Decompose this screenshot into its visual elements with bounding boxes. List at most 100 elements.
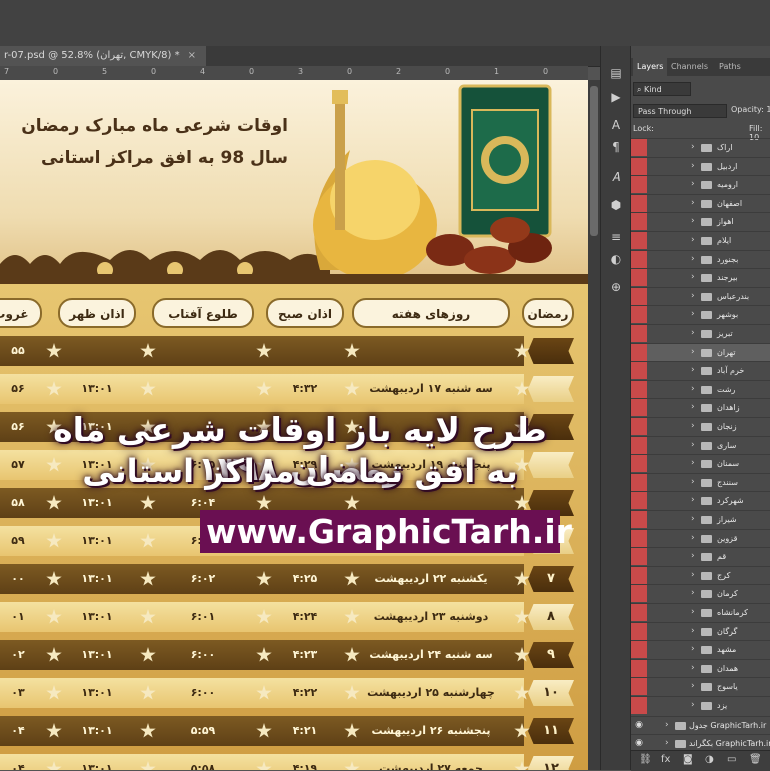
blend-mode-select[interactable]: Pass Through — [633, 104, 727, 118]
canvas-scrollbar[interactable] — [588, 80, 600, 770]
adjustments-icon[interactable]: ◐ — [607, 250, 625, 268]
visibility-off-icon[interactable] — [631, 194, 647, 212]
visibility-off-icon[interactable] — [631, 306, 647, 324]
chevron-right-icon[interactable]: › — [691, 570, 695, 580]
chevron-right-icon[interactable]: › — [691, 644, 695, 654]
chevron-right-icon[interactable]: › — [691, 161, 695, 171]
chevron-right-icon[interactable]: › — [691, 514, 695, 524]
layer-row[interactable]: › تبریز — [631, 324, 770, 342]
layer-row[interactable]: › اصفهان — [631, 193, 770, 212]
opacity-field[interactable]: Opacity: 10 — [731, 105, 770, 114]
mask-icon[interactable]: ◙ — [683, 754, 693, 765]
layer-row[interactable]: ◉ › GraphicTarh.ir جدول — [631, 716, 770, 734]
layer-row[interactable]: › ارومیه — [631, 175, 770, 194]
layer-row[interactable]: › ایلام — [631, 231, 770, 249]
layer-row[interactable]: › همدان — [631, 658, 770, 677]
layer-row[interactable]: › اهواز — [631, 212, 770, 231]
glyphs-icon[interactable]: 𝐴 — [607, 168, 625, 186]
visibility-off-icon[interactable] — [631, 659, 647, 677]
layer-row[interactable]: › بندرعباس — [631, 286, 770, 305]
adjustment-layer-icon[interactable]: ◑ — [705, 754, 714, 765]
chevron-right-icon[interactable]: › — [691, 309, 695, 319]
chevron-right-icon[interactable]: › — [691, 421, 695, 431]
canvas[interactable]: اوقات شرعی ماه مبارک رمضان سال 98 به افق… — [0, 80, 588, 770]
visibility-off-icon[interactable] — [631, 287, 647, 305]
layer-row[interactable]: › زنجان — [631, 417, 770, 435]
chevron-right-icon[interactable]: › — [665, 738, 669, 748]
visibility-off-icon[interactable] — [631, 585, 647, 603]
ruler-top[interactable]: 7 0 5 0 4 0 3 0 2 0 1 0 — [0, 66, 588, 81]
history-icon[interactable]: ▤ — [607, 64, 625, 82]
chevron-right-icon[interactable]: › — [691, 440, 695, 450]
brush-settings-icon[interactable]: ≡ — [607, 228, 625, 246]
3d-cube-icon[interactable]: ⬢ — [607, 196, 625, 214]
visibility-off-icon[interactable] — [631, 139, 647, 156]
play-icon[interactable]: ▶ — [607, 88, 625, 106]
layer-row[interactable]: › اراک — [631, 138, 770, 156]
visibility-off-icon[interactable] — [631, 622, 647, 640]
close-icon[interactable]: × — [188, 50, 196, 61]
visibility-off-icon[interactable] — [631, 250, 647, 268]
chevron-right-icon[interactable]: › — [691, 291, 695, 301]
chevron-right-icon[interactable]: › — [691, 402, 695, 412]
visibility-off-icon[interactable] — [631, 436, 647, 454]
chevron-right-icon[interactable]: › — [691, 607, 695, 617]
layer-row[interactable]: › شیراز — [631, 510, 770, 528]
visibility-off-icon[interactable] — [631, 473, 647, 491]
visibility-off-icon[interactable] — [631, 362, 647, 380]
visibility-off-icon[interactable] — [631, 325, 647, 342]
chevron-right-icon[interactable]: › — [691, 681, 695, 691]
layer-row[interactable]: › رشت — [631, 379, 770, 398]
chevron-right-icon[interactable]: › — [691, 272, 695, 282]
chevron-right-icon[interactable]: › — [691, 328, 695, 338]
layer-row[interactable]: › کرمان — [631, 584, 770, 603]
chevron-right-icon[interactable]: › — [691, 533, 695, 543]
layer-row[interactable]: › یزد — [631, 696, 770, 714]
visibility-off-icon[interactable] — [631, 566, 647, 584]
layer-row[interactable]: › قم — [631, 547, 770, 566]
layer-row[interactable]: › خرم آباد — [631, 361, 770, 380]
layer-row[interactable]: › سمنان — [631, 454, 770, 473]
layer-row[interactable]: › اردبیل — [631, 156, 770, 175]
chevron-right-icon[interactable]: › — [691, 347, 695, 357]
visibility-off-icon[interactable] — [631, 697, 647, 714]
trash-icon[interactable]: 🗑 — [749, 754, 762, 765]
tab-channels[interactable]: Channels — [671, 58, 708, 76]
visibility-off-icon[interactable] — [631, 157, 647, 175]
chevron-right-icon[interactable]: › — [691, 235, 695, 245]
layer-row[interactable]: › بوشهر — [631, 305, 770, 324]
visibility-off-icon[interactable] — [631, 529, 647, 547]
link-layers-icon[interactable]: ⛓ — [639, 754, 652, 765]
visibility-off-icon[interactable] — [631, 380, 647, 398]
visibility-off-icon[interactable] — [631, 604, 647, 621]
visibility-off-icon[interactable] — [631, 176, 647, 194]
paragraph-icon[interactable]: ¶ — [607, 138, 625, 156]
layer-row[interactable]: › یاسوج — [631, 677, 770, 696]
chevron-right-icon[interactable]: › — [665, 720, 669, 730]
visibility-off-icon[interactable] — [631, 213, 647, 231]
layer-row[interactable]: › بیرجند — [631, 268, 770, 287]
visibility-off-icon[interactable] — [631, 641, 647, 659]
chevron-right-icon[interactable]: › — [691, 198, 695, 208]
tab-layers[interactable]: Layers — [633, 58, 668, 76]
layer-row[interactable]: › قزوین — [631, 528, 770, 547]
tab-paths[interactable]: Paths — [719, 58, 741, 76]
layer-row[interactable]: › تهران — [631, 342, 770, 361]
chevron-right-icon[interactable]: › — [691, 477, 695, 487]
fx-icon[interactable]: fx — [661, 754, 670, 765]
chevron-right-icon[interactable]: › — [691, 588, 695, 598]
chevron-right-icon[interactable]: › — [691, 142, 695, 152]
eye-icon[interactable]: ◉ — [631, 717, 647, 734]
chevron-right-icon[interactable]: › — [691, 551, 695, 561]
chevron-right-icon[interactable]: › — [691, 495, 695, 505]
visibility-off-icon[interactable] — [631, 492, 647, 510]
chevron-right-icon[interactable]: › — [691, 384, 695, 394]
chevron-right-icon[interactable]: › — [691, 216, 695, 226]
layer-row[interactable]: › ساری — [631, 435, 770, 454]
layer-row[interactable]: › سنندج — [631, 472, 770, 491]
layer-row[interactable]: › شهرکرد — [631, 491, 770, 510]
clone-source-icon[interactable]: ⊕ — [607, 278, 625, 296]
chevron-right-icon[interactable]: › — [691, 626, 695, 636]
layer-row[interactable]: › مشهد — [631, 640, 770, 659]
layer-row[interactable]: › کرمانشاه — [631, 603, 770, 621]
